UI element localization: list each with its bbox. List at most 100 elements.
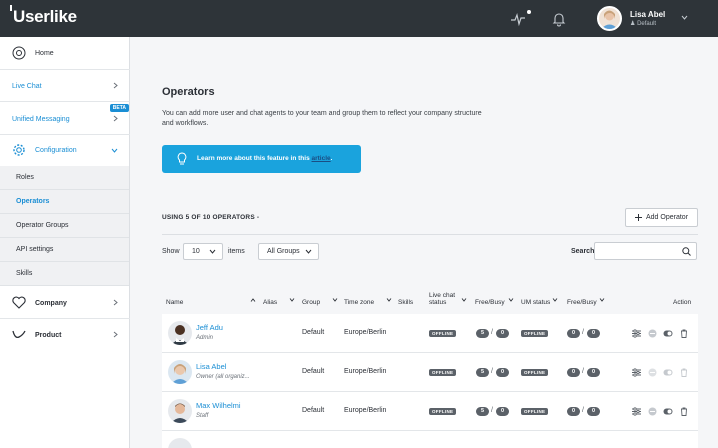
sidebar-label-unified-messaging: Unified Messaging	[12, 116, 70, 123]
operator-group: Default	[302, 368, 325, 375]
col-skills: Skills	[398, 299, 414, 306]
user-name[interactable]: Lisa Abel	[630, 10, 665, 19]
free-count: 5	[476, 329, 489, 338]
page-size-select[interactable]: 10	[183, 243, 223, 260]
disable-icon[interactable]	[648, 329, 657, 338]
chevron-down-icon[interactable]	[681, 15, 688, 20]
sort-icon[interactable]	[599, 298, 605, 302]
operator-name[interactable]: Max Wilhelmi	[196, 401, 241, 410]
sort-icon[interactable]	[461, 298, 467, 302]
userlike-logo[interactable]: Userlike	[10, 5, 77, 27]
col-name[interactable]: Name	[166, 299, 183, 306]
free-count: 5	[476, 407, 489, 416]
sort-icon[interactable]	[386, 298, 392, 302]
items-label: items	[228, 248, 245, 255]
chevron-right-icon	[113, 331, 118, 338]
operator-name[interactable]: Lisa Abel	[196, 362, 226, 371]
um-free-count: 0	[567, 407, 580, 416]
um-busy-count: 0	[587, 368, 600, 377]
table-row[interactable]: Jeff Adu Admin Default Europe/Berlin OFF…	[162, 314, 698, 353]
operator-usage: USING 5 OF 10 OPERATORS -	[162, 214, 260, 221]
operator-timezone: Europe/Berlin	[344, 407, 387, 414]
table-row-partial[interactable]	[162, 431, 698, 448]
free-count: 5	[476, 368, 489, 377]
livechat-status-badge: OFFLINE	[429, 369, 457, 376]
operator-avatar	[168, 360, 192, 384]
sort-icon[interactable]	[508, 298, 514, 302]
user-avatar[interactable]	[597, 6, 622, 31]
um-busy-count: 0	[587, 329, 600, 338]
disable-icon[interactable]	[648, 407, 657, 416]
col-group[interactable]: Group	[302, 299, 320, 306]
col-freebusy[interactable]: Free/Busy	[475, 299, 505, 306]
bell-icon[interactable]	[551, 11, 567, 27]
busy-count: 0	[496, 329, 509, 338]
dashboard-icon	[12, 46, 26, 60]
sidebar-item-unified-messaging[interactable]: BETA Unified Messaging	[0, 102, 130, 135]
livechat-status-badge: OFFLINE	[429, 408, 457, 415]
article-link[interactable]: article	[312, 155, 331, 162]
sidebar-sub-roles[interactable]: Roles	[0, 166, 129, 190]
sidebar-label-configuration: Configuration	[35, 147, 77, 154]
toggle-icon[interactable]	[663, 329, 673, 338]
group-filter-select[interactable]: All Groups	[258, 243, 319, 260]
activity-icon[interactable]	[510, 11, 526, 27]
search-input[interactable]	[594, 242, 697, 260]
col-freebusy-um[interactable]: Free/Busy	[567, 299, 597, 306]
sort-icon[interactable]	[332, 298, 338, 302]
sidebar-sub-operator-groups[interactable]: Operator Groups	[0, 214, 129, 238]
group-icon: ♟	[630, 21, 636, 27]
col-livechat-status[interactable]: Live chat status	[429, 292, 455, 306]
lightbulb-icon	[177, 152, 187, 165]
trash-icon[interactable]	[680, 368, 688, 377]
show-label: Show	[162, 248, 180, 255]
page-title: Operators	[162, 86, 215, 98]
trash-icon[interactable]	[680, 329, 688, 338]
add-operator-button[interactable]: Add Operator	[625, 208, 698, 227]
um-status-badge: OFFLINE	[521, 408, 549, 415]
chevron-down-icon	[305, 249, 312, 254]
table-row[interactable]: Max Wilhelmi Staff Default Europe/Berlin…	[162, 392, 698, 431]
operator-name[interactable]: Jeff Adu	[196, 323, 223, 332]
operator-group: Default	[302, 329, 325, 336]
operator-role: Owner (all organiz...	[196, 374, 250, 380]
user-group: ♟ Default	[630, 21, 657, 27]
beta-badge: BETA	[109, 104, 129, 112]
settings-sliders-icon[interactable]	[632, 368, 641, 377]
toggle-icon[interactable]	[663, 407, 673, 416]
sidebar-label-product: Product	[35, 332, 62, 339]
col-timezone[interactable]: Time zone	[344, 299, 374, 306]
page-description: You can add more user and chat agents to…	[162, 110, 482, 127]
sort-icon[interactable]	[552, 298, 558, 302]
sidebar-sub-skills[interactable]: Skills	[0, 262, 129, 286]
disable-icon[interactable]	[648, 368, 657, 377]
sidebar-item-product[interactable]: Product	[0, 319, 130, 351]
toggle-icon[interactable]	[663, 368, 673, 377]
info-banner: Learn more about this feature in this ar…	[162, 145, 361, 173]
top-bar: Userlike Lisa Abel ♟ Default	[0, 0, 718, 37]
settings-sliders-icon[interactable]	[632, 407, 641, 416]
table-row[interactable]: Lisa Abel Owner (all organiz... Default …	[162, 353, 698, 392]
busy-count: 0	[496, 407, 509, 416]
um-free-count: 0	[567, 329, 580, 338]
col-alias[interactable]: Alias	[263, 299, 277, 306]
operator-timezone: Europe/Berlin	[344, 329, 387, 336]
sidebar-sub-operators[interactable]: Operators	[0, 190, 129, 214]
sort-asc-icon[interactable]	[250, 298, 256, 302]
sidebar-item-configuration[interactable]: Configuration	[0, 135, 130, 166]
settings-sliders-icon[interactable]	[632, 329, 641, 338]
sidebar-label-home: Home	[35, 50, 54, 57]
busy-count: 0	[496, 368, 509, 377]
operator-group: Default	[302, 407, 325, 414]
operator-avatar	[168, 399, 192, 423]
col-um-status[interactable]: UM status	[521, 299, 550, 306]
sidebar-item-live-chat[interactable]: Live Chat	[0, 70, 130, 102]
operator-avatar	[168, 321, 192, 345]
operator-role: Admin	[196, 335, 214, 341]
sidebar-item-company[interactable]: Company	[0, 287, 130, 319]
trash-icon[interactable]	[680, 407, 688, 416]
operator-avatar	[168, 438, 192, 448]
sidebar-sub-api-settings[interactable]: API settings	[0, 238, 129, 262]
sidebar-item-home[interactable]: Home	[0, 37, 130, 70]
sort-icon[interactable]	[289, 298, 295, 302]
